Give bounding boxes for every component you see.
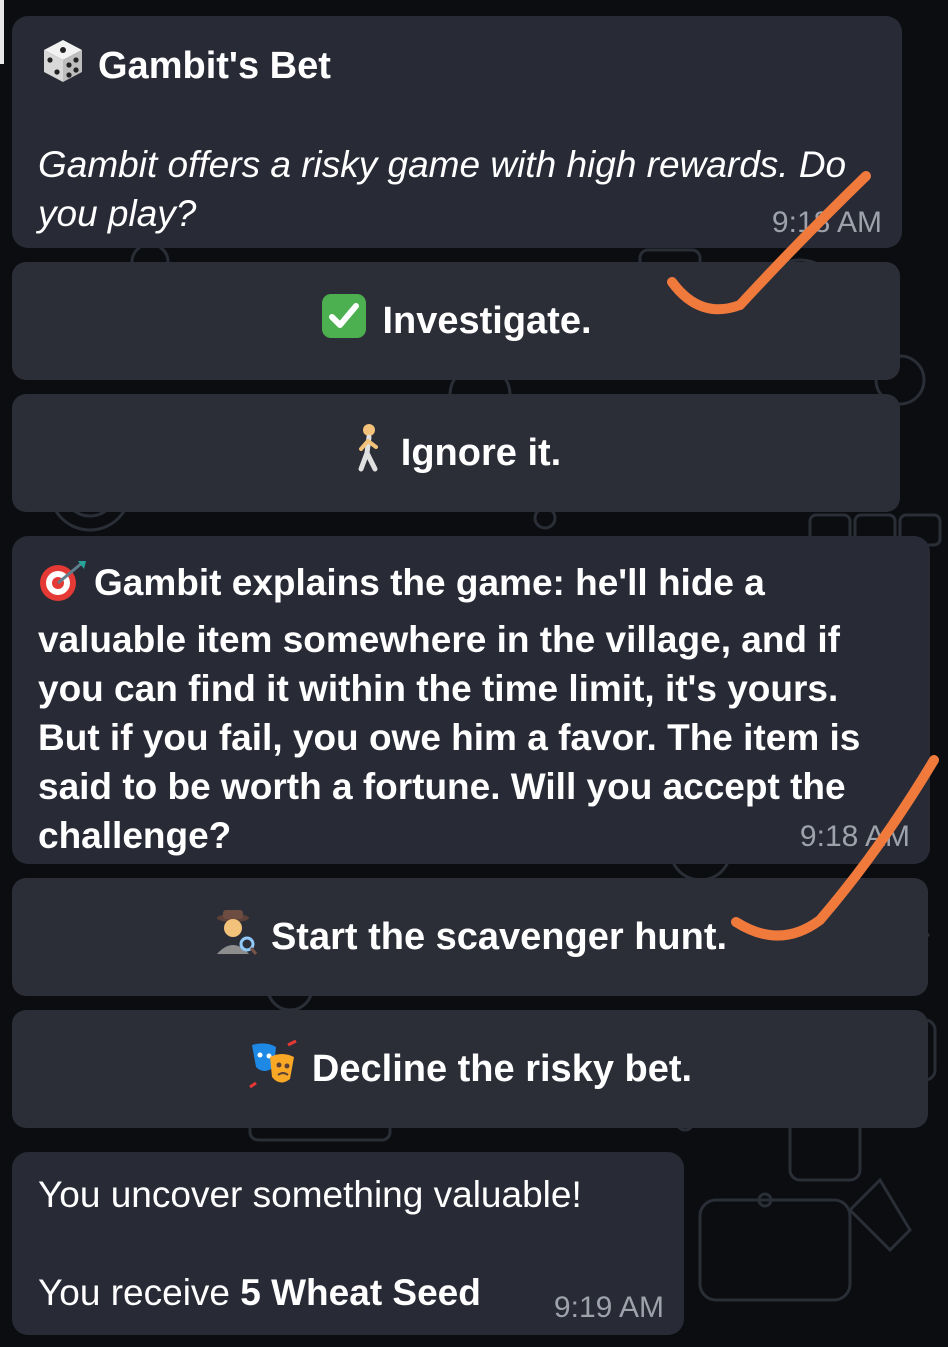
message-timestamp: 9:19 AM [553, 1291, 664, 1324]
theater-masks-icon [248, 1039, 298, 1099]
detective-icon [213, 908, 258, 966]
start-scavenger-hunt-button[interactable]: Start the scavenger hunt. [12, 878, 928, 996]
start-scavenger-hunt-label: Start the scavenger hunt. [270, 915, 728, 958]
message-timestamp: 9:18 AM [771, 206, 882, 239]
ignore-button[interactable]: Ignore it. [12, 394, 900, 512]
message-gambits-bet: Gambit's Bet Gambit offers a risky game … [12, 16, 902, 248]
message-reward-result: You uncover something valuable! You rece… [12, 1152, 684, 1335]
reward-item: 5 Wheat Seed [240, 1272, 481, 1313]
decline-risky-bet-label: Decline the risky bet. [311, 1047, 693, 1090]
explanation-text: Gambit explains the game: he'll hide a v… [38, 562, 861, 856]
message-body: Gambit explains the game: he'll hide a v… [38, 558, 904, 860]
investigate-button-label: Investigate. [382, 299, 592, 342]
green-check-icon [320, 292, 368, 350]
investigate-button[interactable]: Investigate. [12, 262, 900, 380]
message-body: Gambit offers a risky game with high rew… [38, 144, 847, 234]
decline-risky-bet-button[interactable]: Decline the risky bet. [12, 1010, 928, 1128]
walking-person-icon [351, 423, 387, 483]
ignore-button-label: Ignore it. [400, 431, 562, 474]
message-title: Gambit's Bet [38, 36, 876, 96]
message-game-explanation: Gambit explains the game: he'll hide a v… [12, 536, 930, 864]
result-line-1: You uncover something valuable! [38, 1174, 582, 1215]
target-dart-icon [38, 559, 88, 615]
message-timestamp: 9:18 AM [799, 820, 910, 853]
message-title-text: Gambit's Bet [98, 44, 331, 87]
scroll-indicator [0, 0, 4, 64]
result-line-2-prefix: You receive [38, 1272, 230, 1313]
dice-icon [38, 36, 88, 96]
